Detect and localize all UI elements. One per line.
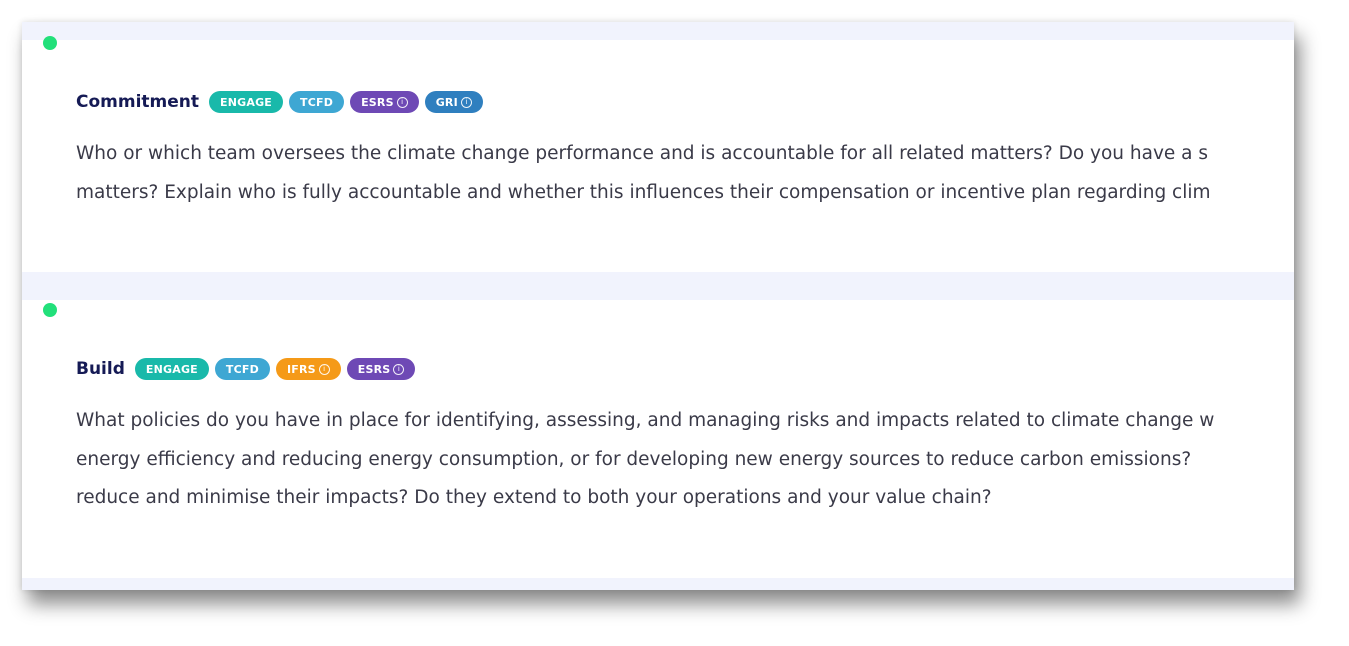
card-separator xyxy=(22,578,1294,590)
tag-label: ESRS xyxy=(361,95,394,109)
card-header-band xyxy=(22,22,1294,40)
question-line: energy efficiency and reducing energy co… xyxy=(76,448,1192,470)
framework-tags: ENGAGE TCFD ESRS i GRI i xyxy=(209,91,489,113)
info-icon[interactable]: i xyxy=(393,363,405,375)
tag-label: TCFD xyxy=(225,362,259,376)
tag-gri[interactable]: GRI i xyxy=(424,91,483,113)
category-title: Build xyxy=(76,359,125,379)
card-title-row: Commitment ENGAGE TCFD ESRS i GRI i xyxy=(76,91,489,113)
card-title-row: Build ENGAGE TCFD IFRS i ESRS i xyxy=(76,358,421,380)
question-line: Who or which team oversees the climate c… xyxy=(76,143,1209,164)
question-line: reduce and minimise their impacts? Do th… xyxy=(76,487,992,508)
info-icon[interactable]: i xyxy=(318,363,330,375)
tag-engage[interactable]: ENGAGE xyxy=(134,358,209,380)
framework-tags: ENGAGE TCFD IFRS i ESRS i xyxy=(134,358,422,380)
tag-label: ENGAGE xyxy=(145,362,198,376)
tag-label: GRI xyxy=(435,95,458,109)
tag-ifrs[interactable]: IFRS i xyxy=(275,358,341,380)
question-line: What policies do you have in place for i… xyxy=(76,410,1215,431)
assessment-question-list: Commitment ENGAGE TCFD ESRS i GRI i Who … xyxy=(22,22,1294,590)
category-title: Commitment xyxy=(76,92,200,112)
info-icon[interactable]: i xyxy=(460,96,472,108)
tag-label: ENGAGE xyxy=(220,95,273,109)
question-line: matters? Explain who is fully accountabl… xyxy=(76,181,1211,203)
info-icon[interactable]: i xyxy=(396,96,408,108)
tag-esrs[interactable]: ESRS i xyxy=(350,91,419,113)
tag-tcfd[interactable]: TCFD xyxy=(289,91,345,113)
question-text: Who or which team oversees the climate c… xyxy=(76,135,1294,212)
question-card-build[interactable]: Build ENGAGE TCFD IFRS i ESRS i What pol… xyxy=(22,300,1294,578)
question-text: What policies do you have in place for i… xyxy=(76,402,1294,518)
status-dot-icon xyxy=(43,303,57,317)
tag-label: IFRS xyxy=(286,362,316,376)
tag-esrs[interactable]: ESRS i xyxy=(346,358,416,380)
status-dot-icon xyxy=(43,36,57,50)
tag-label: ESRS xyxy=(357,362,391,376)
tag-label: TCFD xyxy=(300,95,334,109)
tag-engage[interactable]: ENGAGE xyxy=(209,91,284,113)
question-card-commitment[interactable]: Commitment ENGAGE TCFD ESRS i GRI i Who … xyxy=(22,22,1294,272)
tag-tcfd[interactable]: TCFD xyxy=(214,358,270,380)
